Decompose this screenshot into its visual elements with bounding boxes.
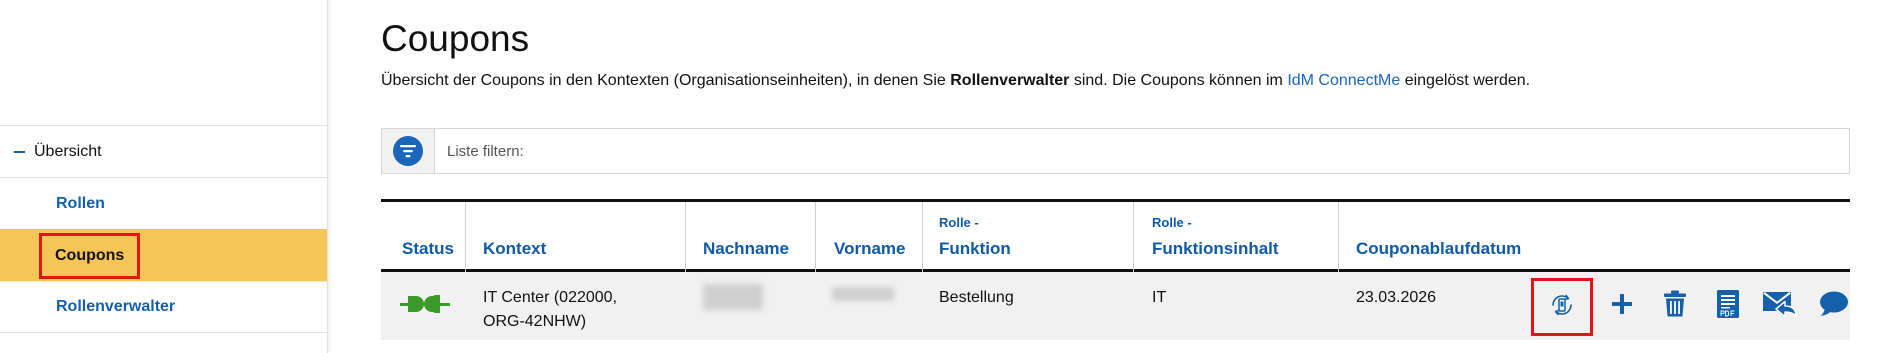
filter-bar [381,128,1850,174]
column-header-vorname[interactable]: Vorname [834,239,906,259]
add-button[interactable] [1597,286,1647,326]
vorname-redacted [832,287,894,301]
mail-forward-icon [1763,290,1799,323]
column-divider [815,202,816,272]
column-header-subtitle: Rolle - [1152,215,1192,230]
column-header-rolle-inhalt[interactable]: Rolle - Funktionsinhalt [1152,215,1279,259]
row-actions [1531,272,1862,340]
column-header-subtitle: Rolle - [939,215,979,230]
page: Übersicht Rollen Coupons Rollenverwalter… [0,0,1900,353]
collapse-minus-icon[interactable] [14,150,25,153]
rotate-phone-button[interactable] [1531,278,1593,336]
sidebar: Übersicht Rollen Coupons Rollenverwalter [0,0,328,353]
funktion-cell: Bestellung [939,289,1014,306]
column-header-status[interactable]: Status [402,239,454,259]
description-bold: Rollenverwalter [950,72,1070,89]
column-divider [685,202,686,272]
kontext-cell: IT Center (022000, ORG-42NHW) [483,286,617,334]
table-header: Status Kontext Nachname Vorname Rolle - … [381,202,1850,272]
filter-button[interactable] [382,129,435,173]
rotate-phone-icon [1548,291,1576,324]
mail-forward-button[interactable] [1756,286,1806,326]
column-header-ablauf[interactable]: Couponablaufdatum [1356,239,1521,259]
trash-icon [1663,290,1687,323]
sidebar-item-coupons[interactable]: Coupons [0,229,327,281]
column-divider [465,202,466,272]
sidebar-item-label: Rollen [56,194,105,212]
description-text: eingelöst werden. [1400,72,1531,89]
comment-button[interactable] [1809,286,1859,326]
filter-icon [393,136,423,166]
column-divider [1338,202,1339,272]
description-text: Übersicht der Coupons in den Kontexten (… [381,72,951,89]
filter-input[interactable] [447,142,1747,160]
nachname-redacted [703,284,763,310]
sidebar-item-label: Übersicht [34,142,102,160]
sidebar-nav: Übersicht Rollen Coupons Rollenverwalter [0,125,327,333]
pdf-button[interactable] [1703,286,1753,326]
column-header-label: Funktion [939,239,1011,258]
column-header-kontext[interactable]: Kontext [483,239,546,259]
column-header-rolle-funktion[interactable]: Rolle - Funktion [939,215,1011,259]
kontext-line: ORG-42NHW) [483,313,587,330]
inhalt-cell: IT [1152,289,1167,306]
table-row: IT Center (022000, ORG-42NHW) Bestellung… [381,272,1850,340]
sidebar-item-rollen[interactable]: Rollen [0,177,327,229]
plus-icon [1611,293,1633,320]
sidebar-item-label: Coupons [39,232,141,279]
column-divider [922,202,923,272]
sidebar-item-label: Rollenverwalter [56,298,176,315]
idm-connectme-link[interactable]: IdM ConnectMe [1287,72,1400,89]
column-header-label: Funktionsinhalt [1152,239,1279,258]
status-plug-icon [400,292,456,324]
page-description: Übersicht der Coupons in den Kontexten (… [381,72,1530,90]
sidebar-item-uebersicht[interactable]: Übersicht [0,125,327,177]
column-divider [1133,202,1134,272]
kontext-line: IT Center (022000, [483,289,618,306]
sidebar-item-rollenverwalter[interactable]: Rollenverwalter [0,281,327,333]
coupons-table: Status Kontext Nachname Vorname Rolle - … [381,199,1850,340]
comment-icon [1819,291,1849,322]
description-text: sind. Die Coupons können im [1069,72,1288,89]
ablauf-cell: 23.03.2026 [1356,289,1437,306]
pdf-icon [1717,289,1739,323]
page-title: Coupons [381,18,530,59]
column-header-nachname[interactable]: Nachname [703,239,789,259]
delete-button[interactable] [1650,286,1700,326]
